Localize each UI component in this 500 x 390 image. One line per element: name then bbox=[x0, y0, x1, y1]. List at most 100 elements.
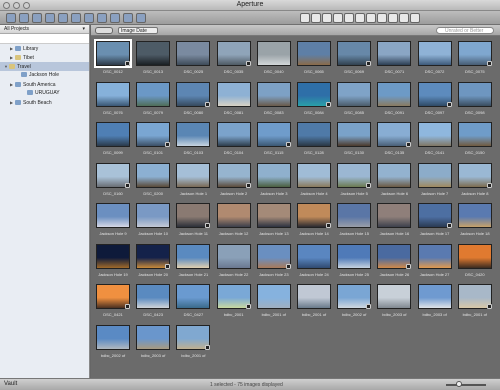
thumbnail[interactable]: DSC_0115 bbox=[255, 120, 293, 160]
thumbnail[interactable]: Jackson Hole 23 bbox=[255, 242, 293, 282]
projects-popup[interactable]: All Projects ▾ bbox=[0, 25, 89, 34]
pointer-icon[interactable] bbox=[300, 13, 310, 23]
web-icon[interactable] bbox=[97, 13, 107, 23]
thumbnail[interactable]: bdbc_2001 bbox=[215, 282, 253, 322]
thumbnail[interactable]: DSC_0420 bbox=[456, 242, 494, 282]
thumbnail[interactable]: bdbc_2002 of bbox=[335, 282, 373, 322]
view-mode-toggle[interactable] bbox=[95, 27, 113, 34]
album-icon[interactable] bbox=[58, 13, 68, 23]
thumbnail[interactable]: Jackson Hole 14 bbox=[295, 201, 333, 241]
thumbnail[interactable]: DSC_0135 bbox=[375, 120, 413, 160]
thumbnail[interactable]: DSC_0099 bbox=[94, 120, 132, 160]
thumbnail[interactable]: DSC_0013 bbox=[134, 39, 172, 79]
thumbnail[interactable]: DSC_0427 bbox=[174, 282, 212, 322]
stack-icon[interactable] bbox=[110, 13, 120, 23]
spot-icon[interactable] bbox=[355, 13, 365, 23]
thumbnail[interactable]: Jackson Hole 16 bbox=[375, 201, 413, 241]
thumbnail[interactable]: Jackson Hole 9 bbox=[94, 201, 132, 241]
thumbnail[interactable]: DSC_0076 bbox=[94, 80, 132, 120]
thumbnail[interactable]: DSC_0083 bbox=[255, 80, 293, 120]
thumbnail[interactable]: DSC_0421 bbox=[94, 282, 132, 322]
thumbnail[interactable]: DSC_0069 bbox=[335, 39, 373, 79]
tree-item-library[interactable]: ▶ Library bbox=[0, 44, 89, 53]
library-icon[interactable] bbox=[32, 13, 42, 23]
thumbnail[interactable]: Jackson Hole 7 bbox=[416, 161, 454, 201]
projects-filter[interactable] bbox=[0, 34, 89, 44]
thumbnail[interactable]: DSC_0160 bbox=[94, 161, 132, 201]
thumbnail[interactable]: Jackson Hole 15 bbox=[335, 201, 373, 241]
tree-item-tibet[interactable]: ▶ Tibet bbox=[0, 53, 89, 62]
thumbnail[interactable]: DSC_0130 bbox=[335, 120, 373, 160]
thumbnail[interactable]: Jackson Hole 25 bbox=[335, 242, 373, 282]
thumbnail[interactable]: Jackson Hole 2 bbox=[215, 161, 253, 201]
rotate-icon[interactable] bbox=[123, 13, 133, 23]
thumbnail[interactable]: DSC_0040 bbox=[255, 39, 293, 79]
tree-item-uruguay[interactable]: URUGUAY bbox=[0, 89, 89, 98]
thumbnail[interactable]: DSC_0035 bbox=[215, 39, 253, 79]
import-icon[interactable] bbox=[19, 13, 29, 23]
thumbnail[interactable]: bdbc_2001 of bbox=[174, 323, 212, 363]
select-icon[interactable] bbox=[311, 13, 321, 23]
tree-item-travel[interactable]: ▼ Travel bbox=[0, 62, 89, 71]
thumbnail[interactable]: DSC_0097 bbox=[416, 80, 454, 120]
thumbnail[interactable]: Jackson Hole 22 bbox=[215, 242, 253, 282]
slider-knob[interactable] bbox=[456, 381, 462, 387]
thumbnail[interactable]: Jackson Hole 21 bbox=[174, 242, 212, 282]
crop-icon[interactable] bbox=[322, 13, 332, 23]
thumbnail[interactable]: DSC_0200 bbox=[134, 161, 172, 201]
thumbnail[interactable]: Jackson Hole 19 bbox=[94, 242, 132, 282]
email-icon[interactable] bbox=[136, 13, 146, 23]
thumbnail[interactable]: DSC_0104 bbox=[215, 120, 253, 160]
thumbnail-size-slider[interactable] bbox=[446, 381, 486, 387]
thumbnail[interactable]: DSC_0079 bbox=[134, 80, 172, 120]
thumbnail[interactable]: DSC_0423 bbox=[134, 282, 172, 322]
thumbnail[interactable]: bdbc_2003 of bbox=[375, 282, 413, 322]
loupe-icon[interactable] bbox=[388, 13, 398, 23]
thumbnail[interactable]: Jackson Hole 4 bbox=[295, 161, 333, 201]
smart-album-icon[interactable] bbox=[71, 13, 81, 23]
thumbnail[interactable]: Jackson Hole 6 bbox=[375, 161, 413, 201]
fullscreen-icon[interactable] bbox=[399, 13, 409, 23]
thumbnail[interactable]: Jackson Hole 12 bbox=[215, 201, 253, 241]
thumbnail[interactable]: Jackson Hole 27 bbox=[416, 242, 454, 282]
thumbnail[interactable]: bdbc_2001 of bbox=[456, 282, 494, 322]
thumbnail[interactable]: Jackson Hole 20 bbox=[134, 242, 172, 282]
thumbnail[interactable]: DSC_0103 bbox=[174, 120, 212, 160]
thumbnail[interactable]: bdbc_2001 of bbox=[255, 282, 293, 322]
stamp-icon[interactable] bbox=[377, 13, 387, 23]
thumbnail[interactable]: DSC_0071 bbox=[375, 39, 413, 79]
thumbnail[interactable]: DSC_0084 bbox=[295, 80, 333, 120]
thumbnail[interactable]: Jackson Hole 11 bbox=[174, 201, 212, 241]
thumbnail[interactable]: Jackson Hole 10 bbox=[134, 201, 172, 241]
thumbnail[interactable]: bdbc_2003 of bbox=[134, 323, 172, 363]
sort-popup[interactable]: Image Date bbox=[118, 27, 158, 34]
tree-item-jackson-hole[interactable]: Jackson Hole bbox=[0, 71, 89, 80]
thumbnail[interactable]: DSC_0072 bbox=[416, 39, 454, 79]
thumbnail[interactable]: DSC_0081 bbox=[215, 80, 253, 120]
search-field[interactable]: Unrated or Better bbox=[436, 27, 494, 34]
thumbnail[interactable]: DSC_0141 bbox=[416, 120, 454, 160]
tree-item-south-beach[interactable]: ▶ South Beach bbox=[0, 98, 89, 107]
folder-icon[interactable] bbox=[45, 13, 55, 23]
thumbnail[interactable]: DSC_0091 bbox=[375, 80, 413, 120]
lift-icon[interactable] bbox=[366, 13, 376, 23]
thumbnail[interactable]: DSC_0085 bbox=[335, 80, 373, 120]
thumbnail[interactable]: bdbc_2002 of bbox=[94, 323, 132, 363]
thumbnail[interactable]: bdbc_2003 of bbox=[416, 282, 454, 322]
thumbnail[interactable]: DSC_0080 bbox=[174, 80, 212, 120]
thumbnail[interactable]: Jackson Hole 26 bbox=[375, 242, 413, 282]
thumbnail[interactable]: DSC_0101 bbox=[134, 120, 172, 160]
straighten-icon[interactable] bbox=[333, 13, 343, 23]
thumbnail[interactable]: DSC_0128 bbox=[295, 120, 333, 160]
thumbnail[interactable]: Jackson Hole 1 bbox=[174, 161, 212, 201]
thumbnail[interactable]: Jackson Hole 18 bbox=[456, 201, 494, 241]
thumbnail[interactable]: DSC_0075 bbox=[456, 39, 494, 79]
thumbnail[interactable]: DSC_0098 bbox=[456, 80, 494, 120]
thumbnail[interactable]: DSC_0012 bbox=[94, 39, 132, 79]
thumbnail[interactable]: DSC_0065 bbox=[295, 39, 333, 79]
thumbnail[interactable]: Jackson Hole 17 bbox=[416, 201, 454, 241]
thumbnail[interactable]: Jackson Hole 5 bbox=[335, 161, 373, 201]
book-icon[interactable] bbox=[84, 13, 94, 23]
thumbnail[interactable]: Jackson Hole 13 bbox=[255, 201, 293, 241]
tree-item-south-america[interactable]: ▶ South America bbox=[0, 80, 89, 89]
